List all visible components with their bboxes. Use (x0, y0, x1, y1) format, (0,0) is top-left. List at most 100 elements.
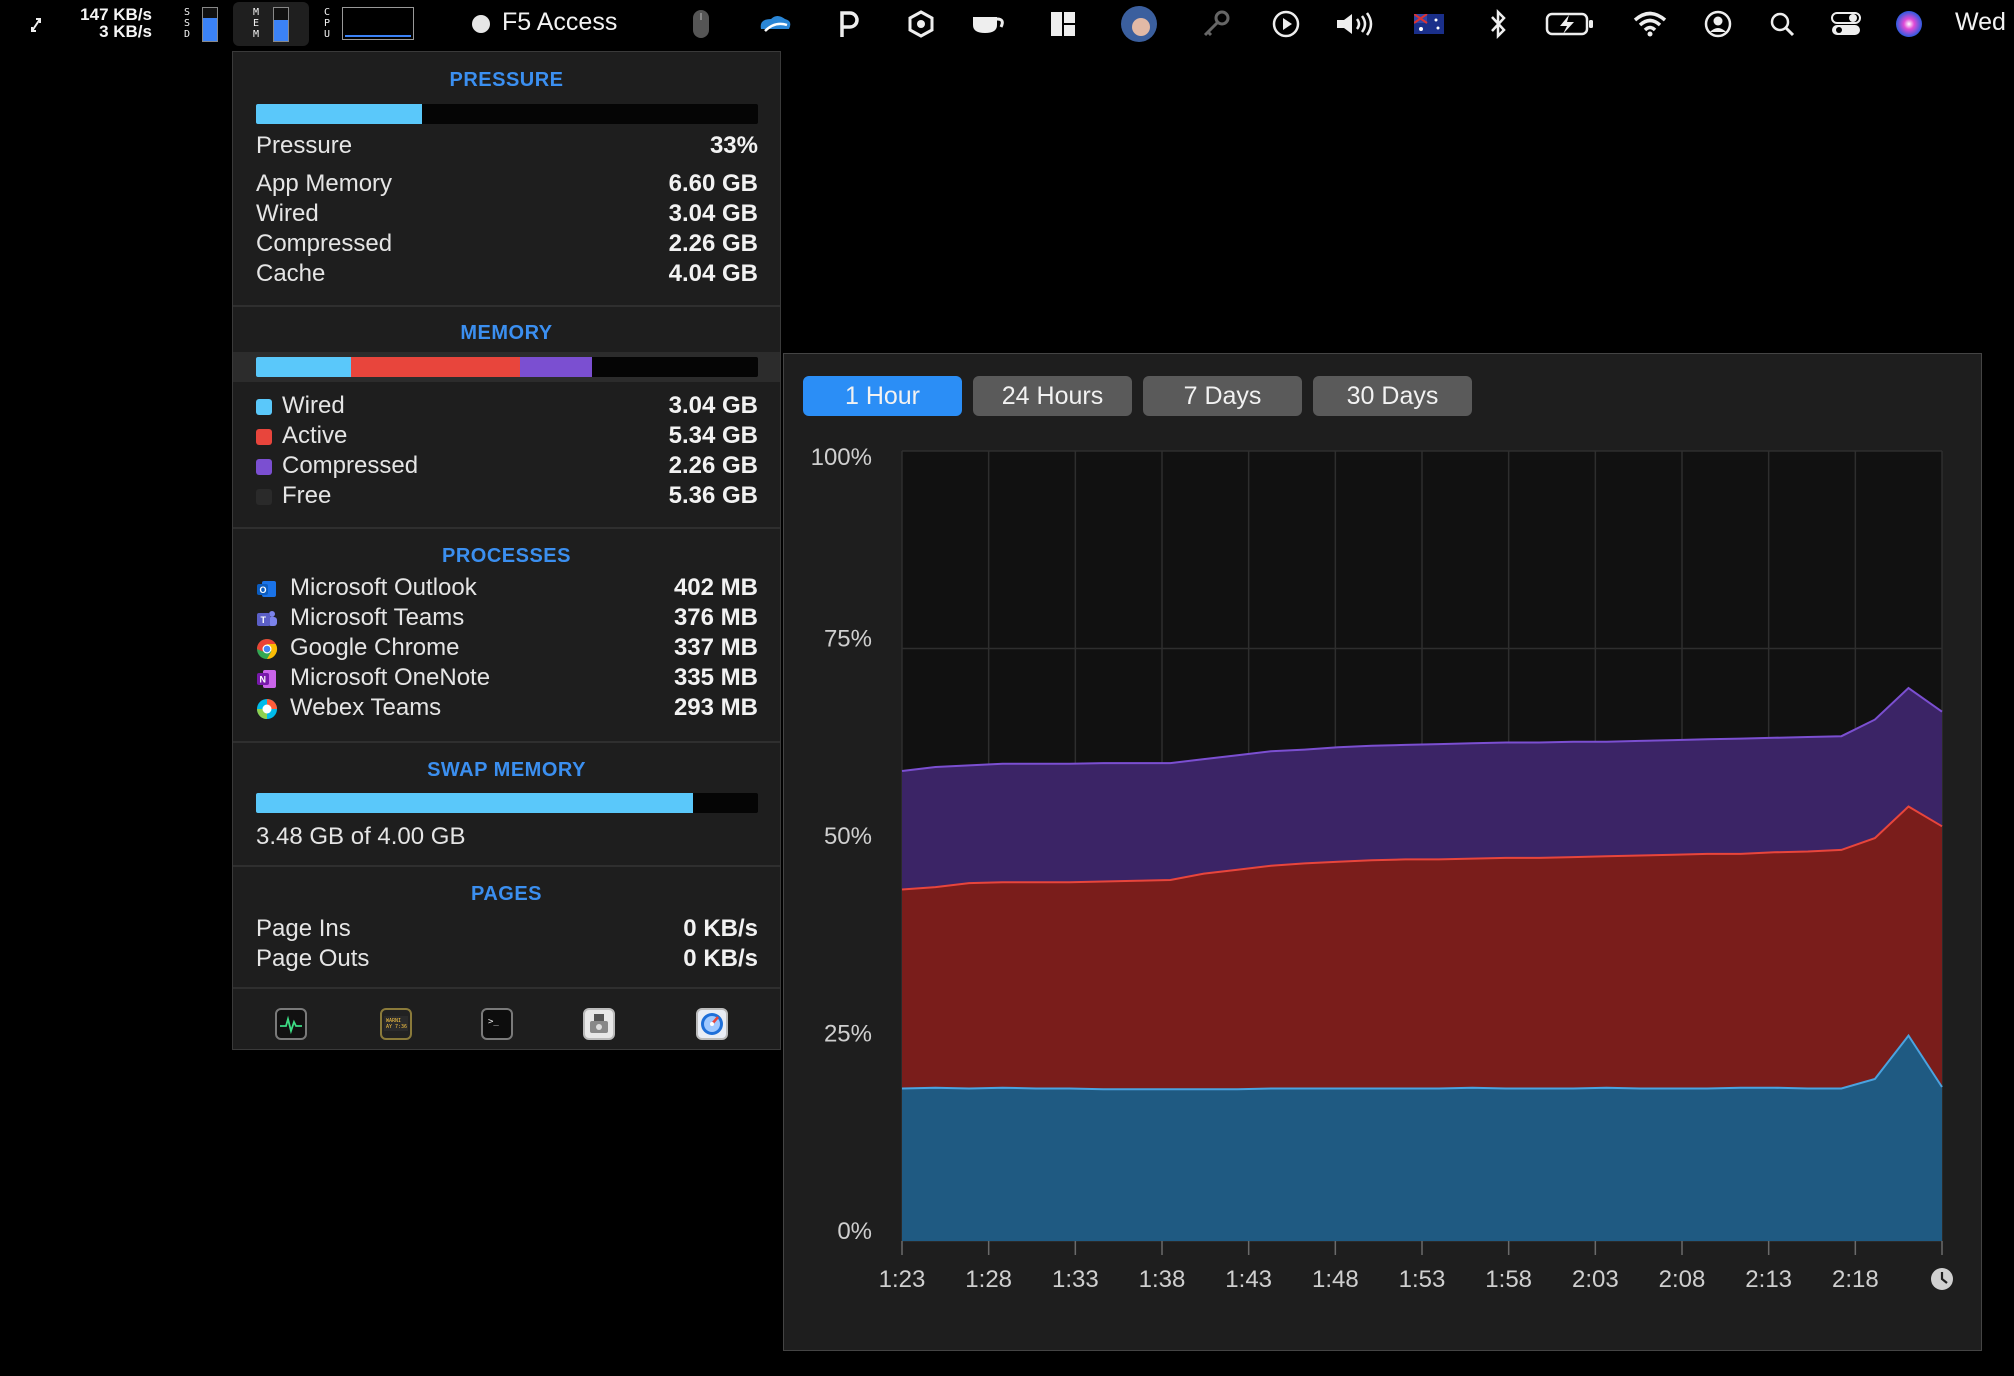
swap-title: SWAP MEMORY (427, 759, 586, 781)
status-dot-icon (470, 0, 492, 48)
page-ins-row: Page Ins 0 KB/s (256, 915, 758, 945)
row-value: 3.04 GB (668, 200, 758, 227)
coffee-cup-icon[interactable] (968, 0, 1008, 48)
memory-meter-bar (273, 7, 289, 42)
row-label: App Memory (256, 170, 393, 197)
row-value: 2.26 GB (668, 452, 758, 479)
ssd-label-3: D (183, 29, 191, 40)
x-tick-label: 1:38 (1139, 1266, 1186, 1293)
cpu-label-2: P (323, 18, 331, 29)
memory-history-chart: 0% 25% 50% 75% 100% 1:23 1:28 1:33 1:38 1:43 1:48 1… (811, 444, 1953, 1293)
process-name: Google Chrome (290, 634, 460, 661)
volume-icon[interactable] (1334, 0, 1374, 48)
x-tick-label: 2:03 (1572, 1266, 1619, 1293)
console-time-text: AY 7:36 (386, 1024, 407, 1030)
pages-section: PAGES Page Ins 0 KB/s Page Outs 0 KB/s (233, 867, 780, 989)
svg-text:N: N (260, 675, 267, 685)
chrome-icon (257, 638, 278, 660)
x-tick-label: 2:18 (1832, 1266, 1879, 1293)
process-row-teams[interactable]: T Microsoft Teams 376 MB (256, 604, 758, 634)
row-label: Wired (282, 392, 345, 419)
battery-charging-icon[interactable] (1544, 0, 1596, 48)
row-value: 0 KB/s (683, 945, 758, 972)
network-upload-speed: 147 KB/s (80, 5, 152, 24)
row-label: Page Ins (256, 915, 351, 942)
y-tick-label: 100% (811, 444, 872, 471)
row-value: 5.36 GB (668, 482, 758, 509)
wifi-icon[interactable] (1632, 0, 1668, 48)
page-outs-row: Page Outs 0 KB/s (256, 945, 758, 975)
x-tick-label: 2:13 (1745, 1266, 1792, 1293)
search-icon[interactable] (1768, 0, 1796, 48)
memory-segment-wired (256, 357, 352, 377)
ssd-meter-bar (202, 7, 218, 42)
memory-section: MEMORY Wired 3.04 GB Active 5.34 GB Comp… (233, 307, 780, 529)
menu-clock[interactable]: Wed (1955, 8, 2006, 37)
process-row-webex[interactable]: Webex Teams 293 MB (256, 694, 758, 724)
memory-segment-active (351, 357, 520, 377)
system-information-icon[interactable] (696, 1008, 728, 1040)
svg-text:O: O (260, 585, 267, 595)
row-value: 5.34 GB (668, 422, 758, 449)
x-tick-label: 1:28 (965, 1266, 1012, 1293)
bluetooth-icon[interactable] (1486, 0, 1510, 48)
memory-legend-compressed: Compressed 2.26 GB (256, 452, 758, 482)
play-circle-icon[interactable] (1270, 0, 1302, 48)
x-tick-label: 1:43 (1225, 1266, 1272, 1293)
user-circle-icon[interactable] (1702, 0, 1734, 48)
swap-section: SWAP MEMORY 3.48 GB of 4.00 GB (233, 743, 780, 867)
row-label: Free (282, 482, 332, 509)
terminal-prompt-text: >_ (488, 1017, 499, 1027)
disk-utility-icon[interactable] (583, 1008, 615, 1040)
memory-legend-free: Free 5.36 GB (256, 482, 758, 512)
process-row-outlook[interactable]: O Microsoft Outlook 402 MB (256, 574, 758, 604)
memory-meter-icon[interactable]: M E M (233, 2, 309, 46)
pressure-section: PRESSURE Pressure 33% App Memory 6.60 GB… (233, 52, 780, 307)
australia-flag-icon[interactable] (1412, 0, 1446, 48)
mouse-icon[interactable] (688, 0, 714, 48)
pressure-row: Pressure 33% (256, 132, 758, 162)
compressed-row: Compressed 2.26 GB (256, 230, 758, 260)
activity-monitor-icon[interactable] (275, 1008, 307, 1040)
process-name: Microsoft Outlook (290, 574, 477, 601)
network-speed-widget[interactable]: 147 KB/s 3 KB/s (66, 6, 152, 40)
cloud-sync-icon[interactable] (754, 0, 796, 48)
memory-meter-fill (274, 19, 288, 41)
active-swatch (256, 429, 272, 445)
wired-swatch (256, 399, 272, 415)
f5-access-label[interactable]: F5 Access (502, 8, 617, 37)
process-row-onenote[interactable]: N Microsoft OneNote 335 MB (256, 664, 758, 694)
memory-popover: PRESSURE Pressure 33% App Memory 6.60 GB… (232, 51, 781, 1050)
y-tick-label: 75% (824, 626, 872, 653)
pressure-title: PRESSURE (449, 69, 564, 91)
proxy-p-icon[interactable] (834, 0, 864, 48)
processes-title: PROCESSES (442, 545, 571, 567)
key-icon[interactable] (1198, 0, 1234, 48)
mem-label-3: M (252, 29, 260, 40)
row-label: Page Outs (256, 945, 370, 972)
cpu-label-1: C (323, 7, 331, 18)
y-tick-label: 50% (824, 823, 872, 850)
avatar-icon[interactable] (1118, 0, 1160, 48)
process-name: Webex Teams (290, 694, 442, 721)
memory-history-window: 1 Hour 24 Hours 7 Days 30 Days 0% 25% 50% 7… (783, 353, 1982, 1351)
process-name: Microsoft OneNote (290, 664, 491, 691)
y-tick-label: 0% (837, 1218, 872, 1245)
terminal-icon[interactable]: >_ (481, 1008, 513, 1040)
mem-label-1: M (252, 7, 260, 18)
row-label: Pressure (256, 132, 353, 159)
control-center-icon[interactable] (1828, 0, 1864, 48)
row-value: 2.26 GB (668, 230, 758, 257)
memory-segment-compressed (519, 357, 593, 377)
row-value: 33% (709, 132, 758, 159)
cpu-graph-box (342, 7, 414, 40)
process-memory: 376 MB (673, 604, 758, 631)
hexagon-app-icon[interactable] (906, 0, 936, 48)
pages-title: PAGES (470, 883, 543, 905)
row-value: 6.60 GB (668, 170, 758, 197)
window-grid-icon[interactable] (1048, 0, 1078, 48)
ssd-label-2: S (183, 18, 191, 29)
console-icon[interactable]: WARNI AY 7:36 (380, 1008, 412, 1040)
process-row-chrome[interactable]: Google Chrome 337 MB (256, 634, 758, 664)
siri-icon[interactable] (1892, 0, 1926, 48)
